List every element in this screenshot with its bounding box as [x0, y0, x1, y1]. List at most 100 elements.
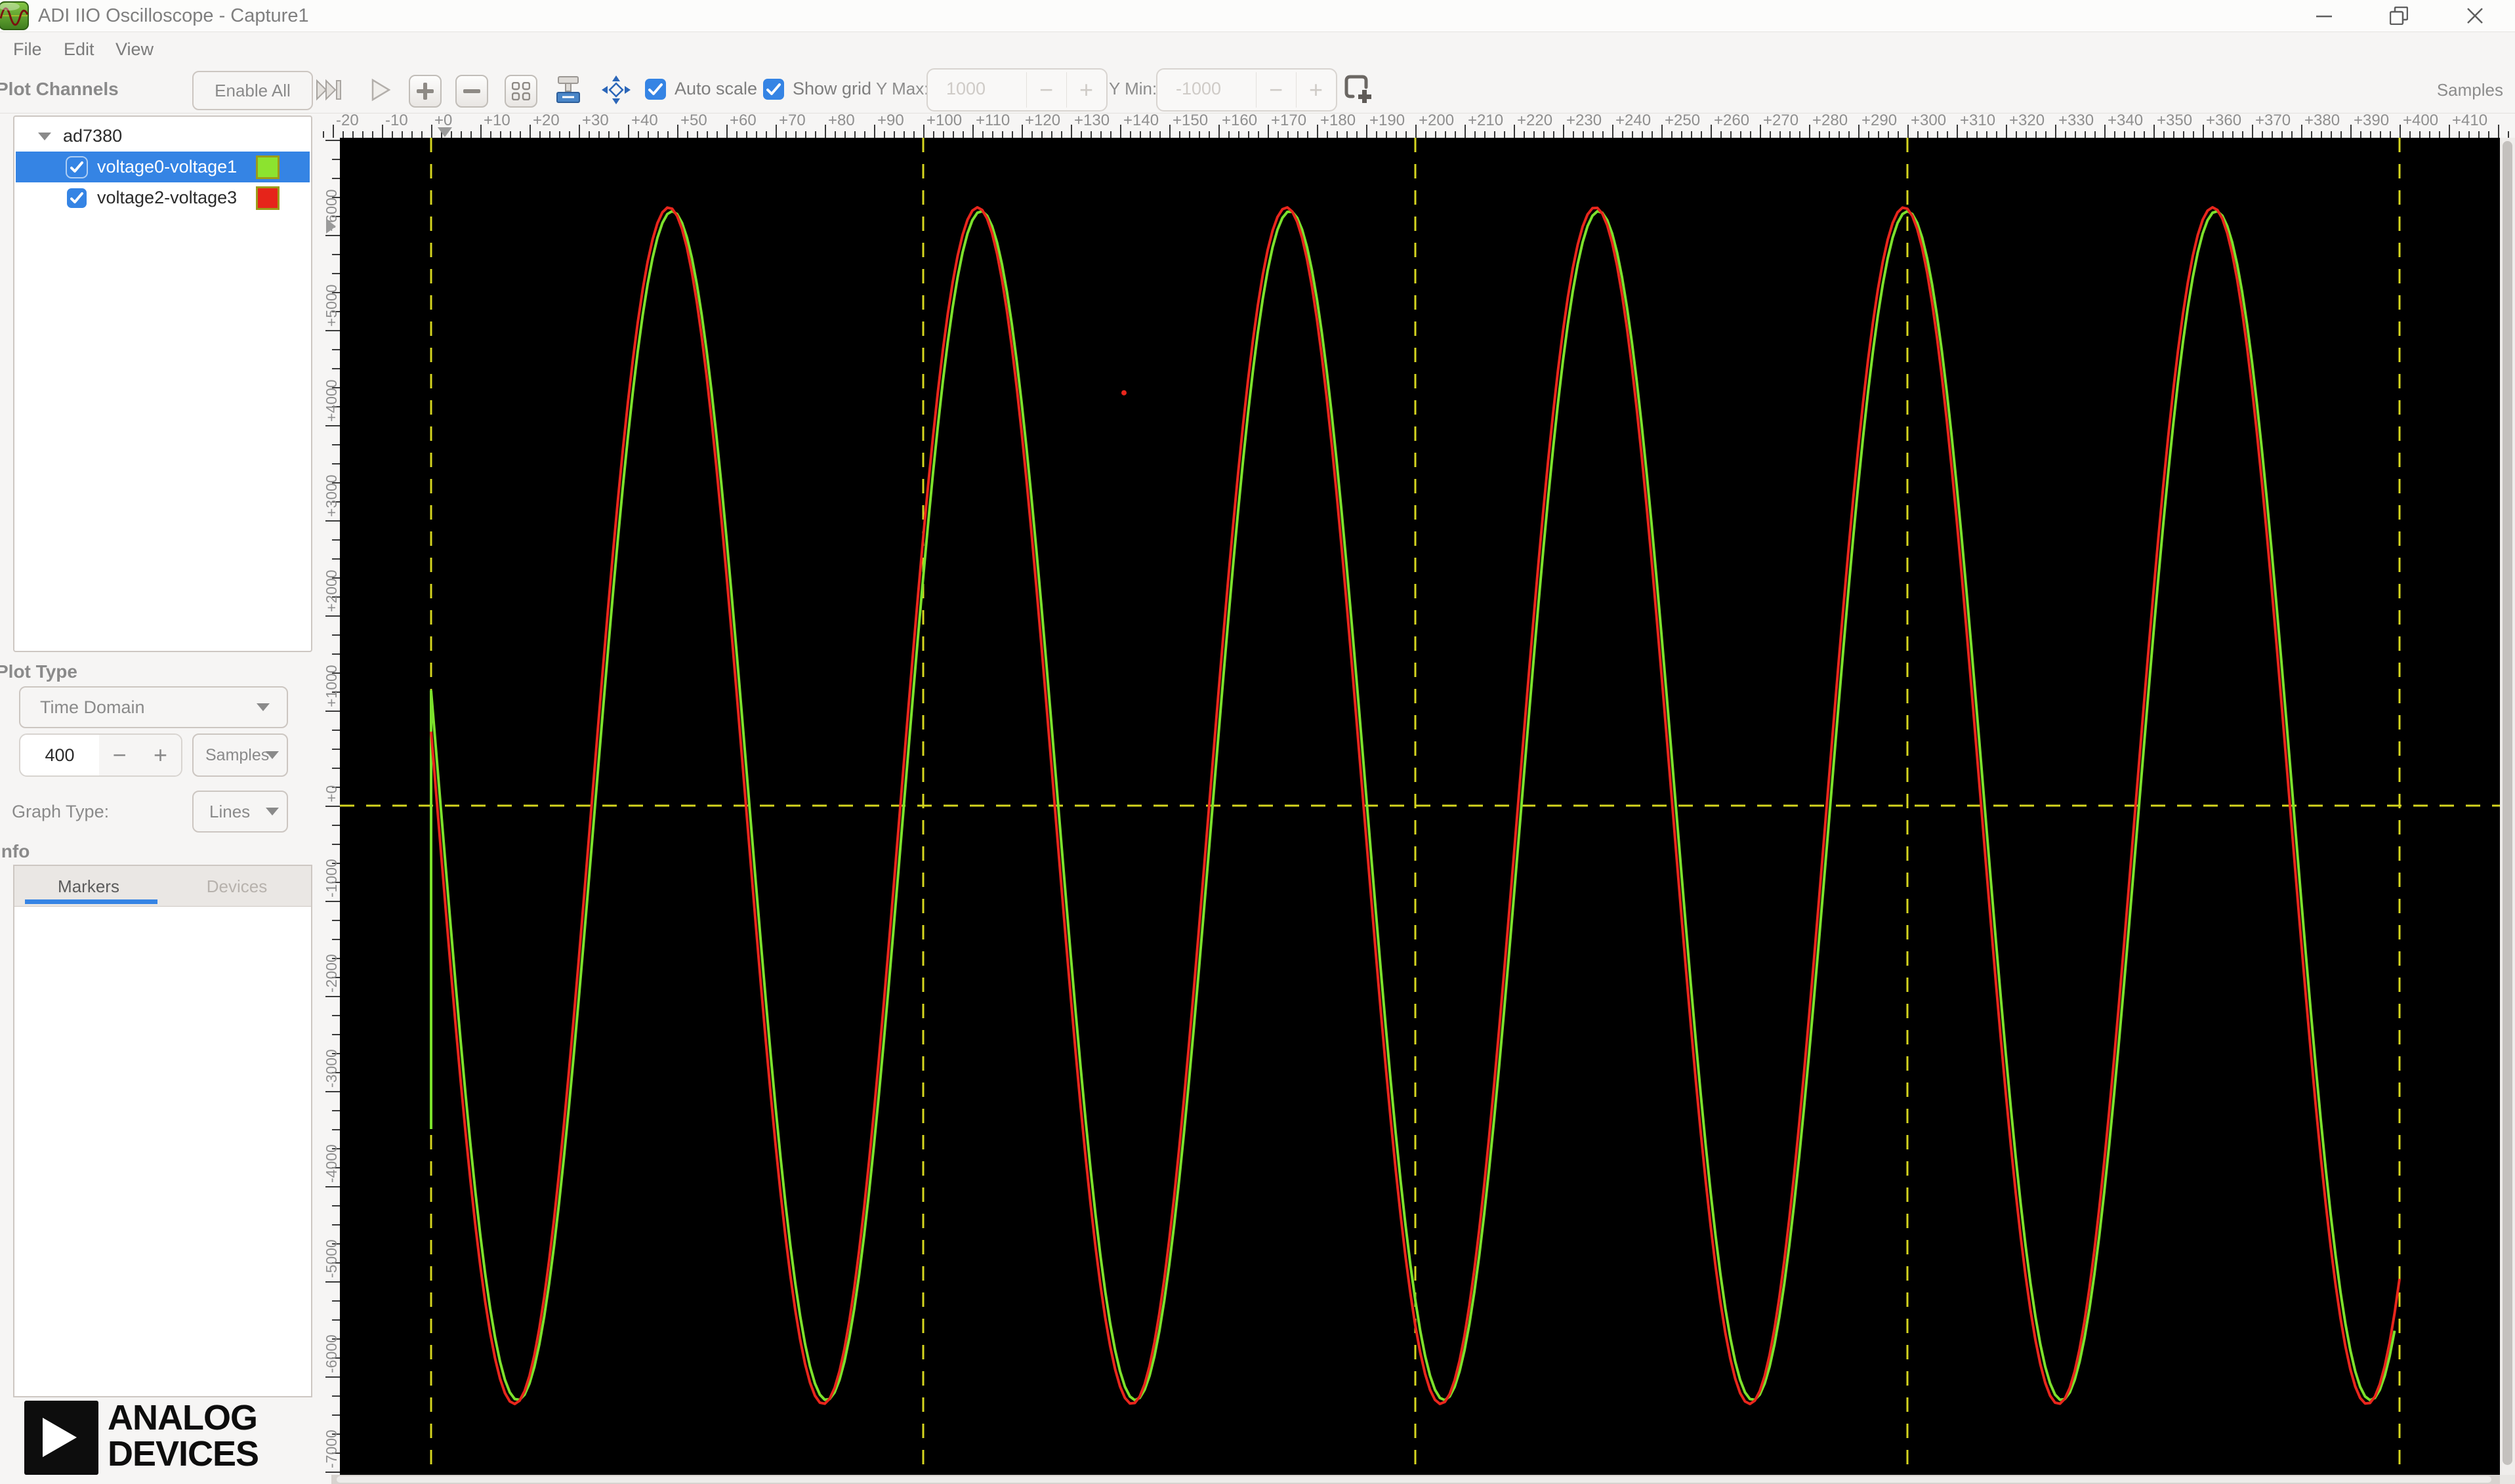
x-axis-tick: [1268, 125, 1269, 138]
maximize-button[interactable]: [2386, 3, 2412, 29]
channel-color-swatch[interactable]: [256, 186, 280, 210]
x-axis-tick-label: +370: [2255, 113, 2291, 129]
x-axis-tick: [1159, 131, 1161, 138]
x-axis-tick: [549, 131, 551, 138]
x-axis-tick-label: +260: [1714, 113, 1750, 129]
x-axis-tick: [835, 131, 836, 138]
x-axis-tick: [1445, 131, 1446, 138]
y-axis-tick: [325, 520, 340, 522]
tab-devices[interactable]: Devices: [163, 866, 311, 907]
x-axis-tick: [1278, 131, 1279, 138]
capture-skip-end-button[interactable]: [314, 75, 344, 105]
menu-file[interactable]: File: [13, 32, 42, 67]
y-max-spinbox[interactable]: 1000 − +: [926, 68, 1108, 112]
x-axis-tick: [1839, 131, 1840, 138]
sample-count-spinbox[interactable]: 400 − +: [19, 733, 182, 777]
plot-domain-dropdown[interactable]: Time Domain: [19, 686, 288, 728]
move-button[interactable]: [601, 75, 631, 105]
vertical-scrollbar[interactable]: [2500, 138, 2515, 1475]
y-axis-tick-label: -4000: [323, 1144, 340, 1183]
y-axis-tick: [332, 463, 340, 464]
x-axis-tick: [1848, 131, 1850, 138]
plot-type-header: Plot Type: [0, 661, 77, 682]
x-axis-tick-label: +130: [1074, 113, 1110, 129]
channel-row-voltage2[interactable]: voltage2-voltage3: [16, 182, 310, 213]
x-axis-tick: [372, 131, 373, 138]
x-axis-tick: [1622, 131, 1623, 138]
zoom-in-button[interactable]: [409, 75, 442, 108]
app-icon: [0, 1, 29, 30]
y-axis-ruler[interactable]: +6000 +5000 +4000 +3000 +2000 +1000 +0 -1000 -20…: [322, 138, 340, 1475]
x-axis-tick: [1543, 131, 1545, 138]
horizontal-scrollbar-thumb[interactable]: [337, 1476, 2491, 1483]
new-capture-window-icon: [1344, 75, 1371, 103]
x-axis-ruler[interactable]: -20 -10 +0 +10 +20 +30 +40 +50 +60 +70 +80 +90 +100 +…: [322, 113, 2515, 138]
auto-scale-checkbox[interactable]: [645, 79, 666, 100]
x-axis-tick: [2134, 131, 2135, 138]
y-max-decrement-button[interactable]: −: [1026, 70, 1066, 110]
x-axis-tick: [421, 131, 423, 138]
x-axis-tick: [2439, 131, 2440, 138]
close-button[interactable]: [2462, 3, 2488, 29]
x-axis-tick: [1937, 131, 1938, 138]
sample-count-decrement-button[interactable]: −: [99, 735, 140, 775]
y-axis-tick-label: +2000: [323, 569, 340, 612]
x-axis-tick: [1917, 131, 1919, 138]
plot-area[interactable]: [340, 138, 2500, 1475]
expander-icon[interactable]: [38, 132, 51, 140]
x-axis-tick-label: +150: [1173, 113, 1209, 129]
y-max-increment-button[interactable]: +: [1066, 70, 1106, 110]
x-axis-tick-label: +10: [484, 113, 510, 129]
y-min-decrement-button[interactable]: −: [1256, 70, 1296, 110]
graph-type-dropdown[interactable]: Lines: [192, 791, 288, 833]
x-axis-tick-label: +200: [1419, 113, 1455, 129]
menu-view[interactable]: View: [115, 32, 154, 67]
x-axis-tick: [500, 131, 501, 138]
channel-row-voltage0[interactable]: voltage0-voltage1: [16, 152, 310, 182]
y-min-increment-button[interactable]: +: [1296, 70, 1336, 110]
y-axis-tick: [325, 425, 340, 426]
channel-color-swatch[interactable]: [256, 155, 280, 179]
menu-edit[interactable]: Edit: [64, 32, 94, 67]
zoom-out-button[interactable]: [455, 75, 488, 108]
x-axis-tick-label: +180: [1320, 113, 1356, 129]
x-axis-tick: [2026, 131, 2027, 138]
horizontal-scrollbar[interactable]: [331, 1475, 2500, 1484]
new-capture-window-button[interactable]: [1342, 73, 1373, 104]
x-axis-tick: [1760, 125, 1761, 138]
x-axis-tick: [756, 131, 757, 138]
x-axis-tick: [2035, 131, 2037, 138]
device-row-ad7380[interactable]: ad7380: [16, 121, 310, 152]
y-axis-tick: [325, 140, 340, 141]
zoom-fit-button[interactable]: [505, 75, 537, 108]
x-axis-tick: [1907, 125, 1909, 138]
y-axis-tick: [332, 653, 340, 655]
x-axis-tick: [1947, 131, 1948, 138]
play-button[interactable]: [366, 75, 396, 105]
auto-scale-label: Auto scale: [675, 79, 758, 98]
minimize-button[interactable]: [2311, 3, 2337, 29]
sample-count-increment-button[interactable]: +: [140, 735, 181, 775]
x-axis-tick: [1642, 131, 1643, 138]
y-axis-tick: [325, 996, 340, 997]
x-axis-tick: [2065, 131, 2066, 138]
y-min-spinbox[interactable]: -1000 − +: [1156, 68, 1337, 112]
x-axis-tick: [461, 131, 462, 138]
y-axis-tick: [332, 825, 340, 826]
x-axis-tick: [2291, 131, 2293, 138]
sample-unit-dropdown[interactable]: Samples: [192, 733, 288, 777]
sample-count-value[interactable]: 400: [20, 735, 99, 775]
channel-checkbox[interactable]: [66, 155, 88, 178]
vertical-scrollbar-thumb[interactable]: [2503, 141, 2512, 1465]
x-axis-tick: [618, 131, 619, 138]
y-axis-tick: [332, 558, 340, 560]
channel-checkbox[interactable]: [67, 188, 87, 208]
show-grid-checkbox[interactable]: [763, 79, 784, 100]
x-axis-tick: [579, 125, 580, 138]
auto-zoom-button[interactable]: [553, 75, 583, 105]
enable-all-button[interactable]: Enable All: [192, 71, 313, 110]
x-axis-tick: [1868, 131, 1869, 138]
toolbar: Plot Channels Enable All Auto scale Show…: [0, 67, 2515, 113]
x-axis-tick: [2153, 125, 2155, 138]
window-title: ADI IIO Oscilloscope - Capture1: [38, 5, 309, 26]
